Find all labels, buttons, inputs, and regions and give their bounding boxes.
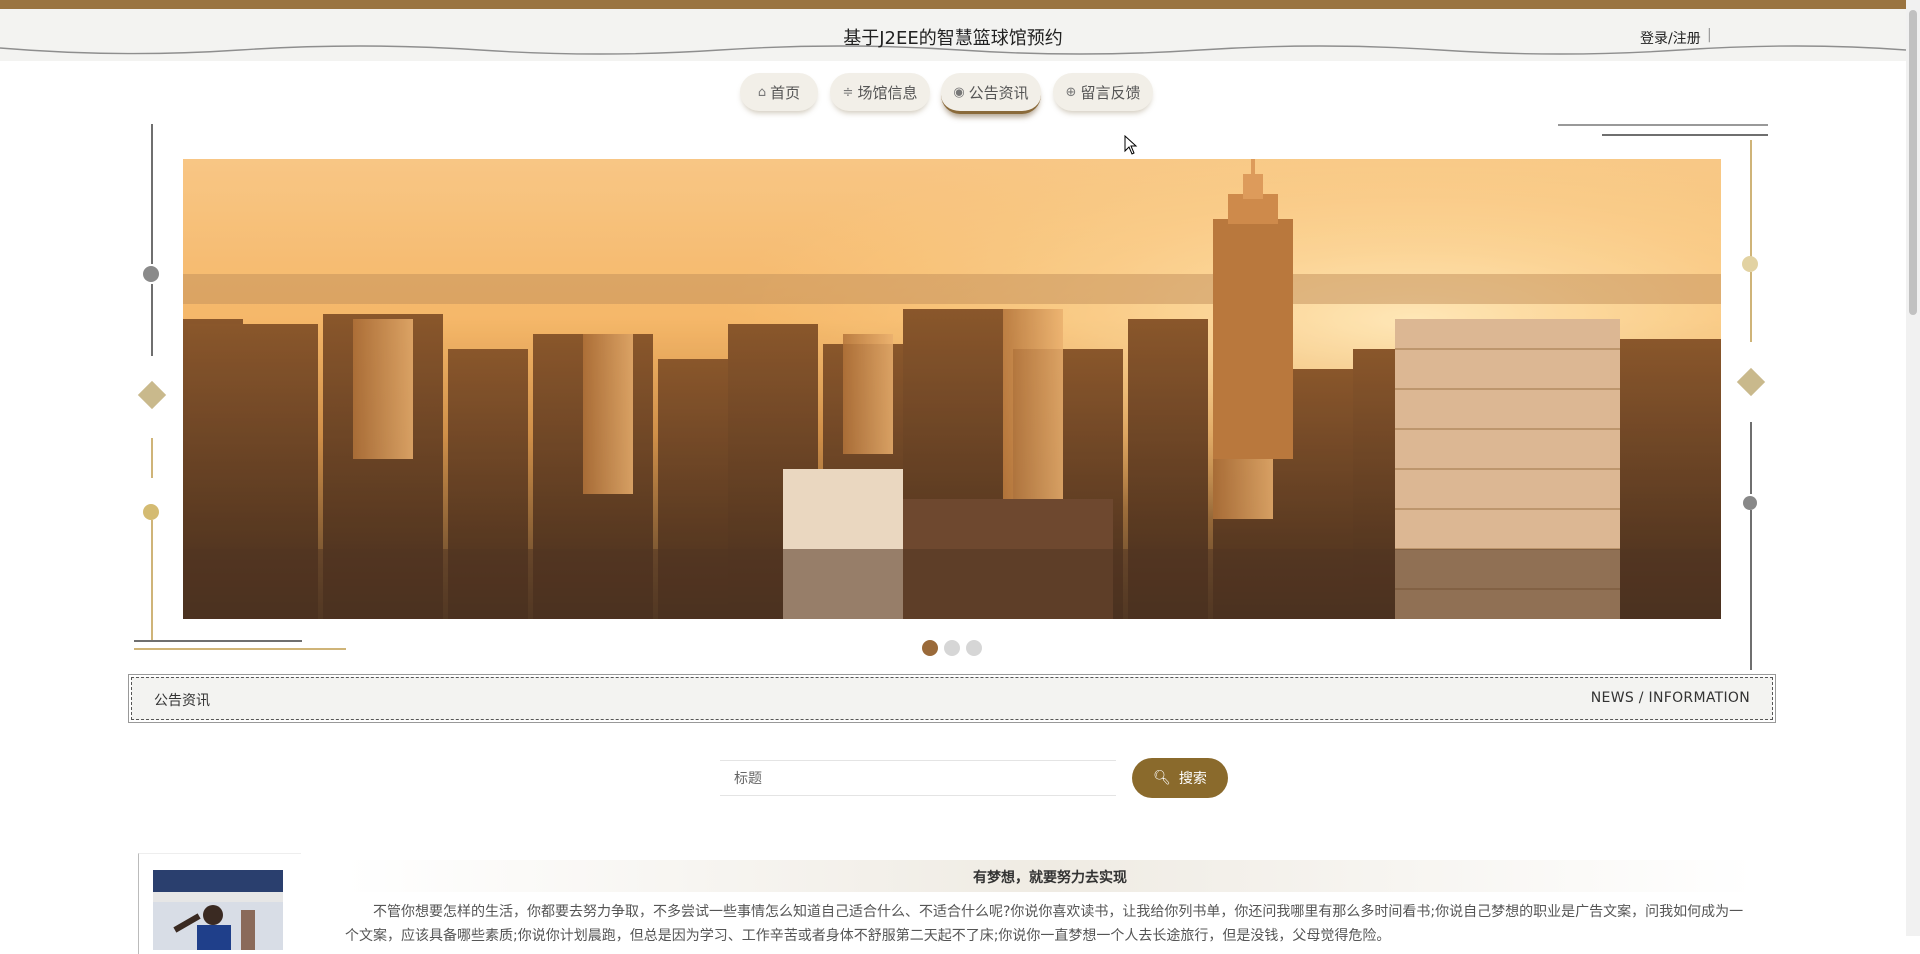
deco-dot-right-gold xyxy=(1742,256,1758,272)
deco-hline-left xyxy=(134,640,302,642)
deco-line-left-2 xyxy=(151,284,153,356)
nav-item-label: 场馆信息 xyxy=(857,83,918,102)
carousel-dot-3[interactable] xyxy=(966,640,982,656)
news-thumbnail[interactable] xyxy=(153,870,283,950)
nav-item-announcements[interactable]: ◉ 公告资讯 xyxy=(941,73,1041,114)
banner-image[interactable] xyxy=(183,159,1721,619)
top-accent-bar xyxy=(0,0,1920,9)
section-subtitle: NEWS / INFORMATION xyxy=(1590,690,1750,706)
nav-item-label: 公告资讯 xyxy=(968,83,1029,102)
section-header-bar: 公告资讯 NEWS / INFORMATION xyxy=(128,674,1776,723)
deco-diamond-left xyxy=(137,380,167,410)
deco-dot-left-gold xyxy=(143,504,159,520)
deco-hline-left-gold xyxy=(134,648,346,650)
sliders-icon: ≑ xyxy=(842,84,854,100)
palette-icon: ◉ xyxy=(953,84,965,100)
deco-dot-right xyxy=(1743,496,1757,510)
carousel-dot-1[interactable] xyxy=(922,640,938,656)
header-separator: | xyxy=(1707,27,1712,43)
site-title: 基于J2EE的智慧篮球馆预约 xyxy=(843,28,1063,49)
deco-line-right xyxy=(1750,422,1752,494)
mouse-pointer-icon xyxy=(1124,135,1138,155)
carousel-dot-2[interactable] xyxy=(944,640,960,656)
nav-item-feedback[interactable]: ⊕ 留言反馈 xyxy=(1053,73,1153,111)
deco-line-right-2 xyxy=(1750,510,1752,670)
search-button[interactable]: 🔍︎ 搜索 xyxy=(1132,758,1228,798)
deco-diamond-right xyxy=(1736,367,1766,397)
deco-gold-line-right xyxy=(1750,140,1752,258)
deco-gold-line-left xyxy=(151,438,153,478)
search-icon: 🔍︎ xyxy=(1153,770,1171,786)
carousel-indicators xyxy=(922,640,982,656)
nav-item-label: 留言反馈 xyxy=(1080,83,1141,102)
nav-item-label: 首页 xyxy=(770,83,801,102)
globe-icon: ⊕ xyxy=(1065,84,1077,100)
news-excerpt: 不管你想要怎样的生活，你都要去努力争取，不多尝试一些事情怎么知道自己适合什么、不… xyxy=(345,904,1744,944)
deco-dot-left xyxy=(143,266,159,282)
page-scrollbar[interactable] xyxy=(1906,0,1920,936)
deco-line-left xyxy=(151,124,153,264)
title-search-input[interactable] xyxy=(720,760,1116,796)
deco-hline-right-2 xyxy=(1602,134,1768,136)
news-title[interactable]: 有梦想，就要努力去实现 xyxy=(345,867,1755,887)
section-title: 公告资讯 xyxy=(154,693,210,709)
nav-item-venue-info[interactable]: ≑ 场馆信息 xyxy=(830,73,930,111)
login-register-link[interactable]: 登录/注册 xyxy=(1640,28,1701,48)
home-icon: ⌂ xyxy=(757,84,767,100)
search-button-label: 搜索 xyxy=(1178,771,1207,787)
deco-gold-line-right-2 xyxy=(1750,272,1752,342)
deco-hline-right xyxy=(1558,124,1768,126)
deco-gold-line-left-2 xyxy=(151,520,153,640)
basketball-player-image xyxy=(153,870,283,950)
nav-item-home[interactable]: ⌂ 首页 xyxy=(740,73,818,111)
scrollbar-thumb[interactable] xyxy=(1909,10,1917,315)
city-skyline-illustration xyxy=(183,159,1721,619)
